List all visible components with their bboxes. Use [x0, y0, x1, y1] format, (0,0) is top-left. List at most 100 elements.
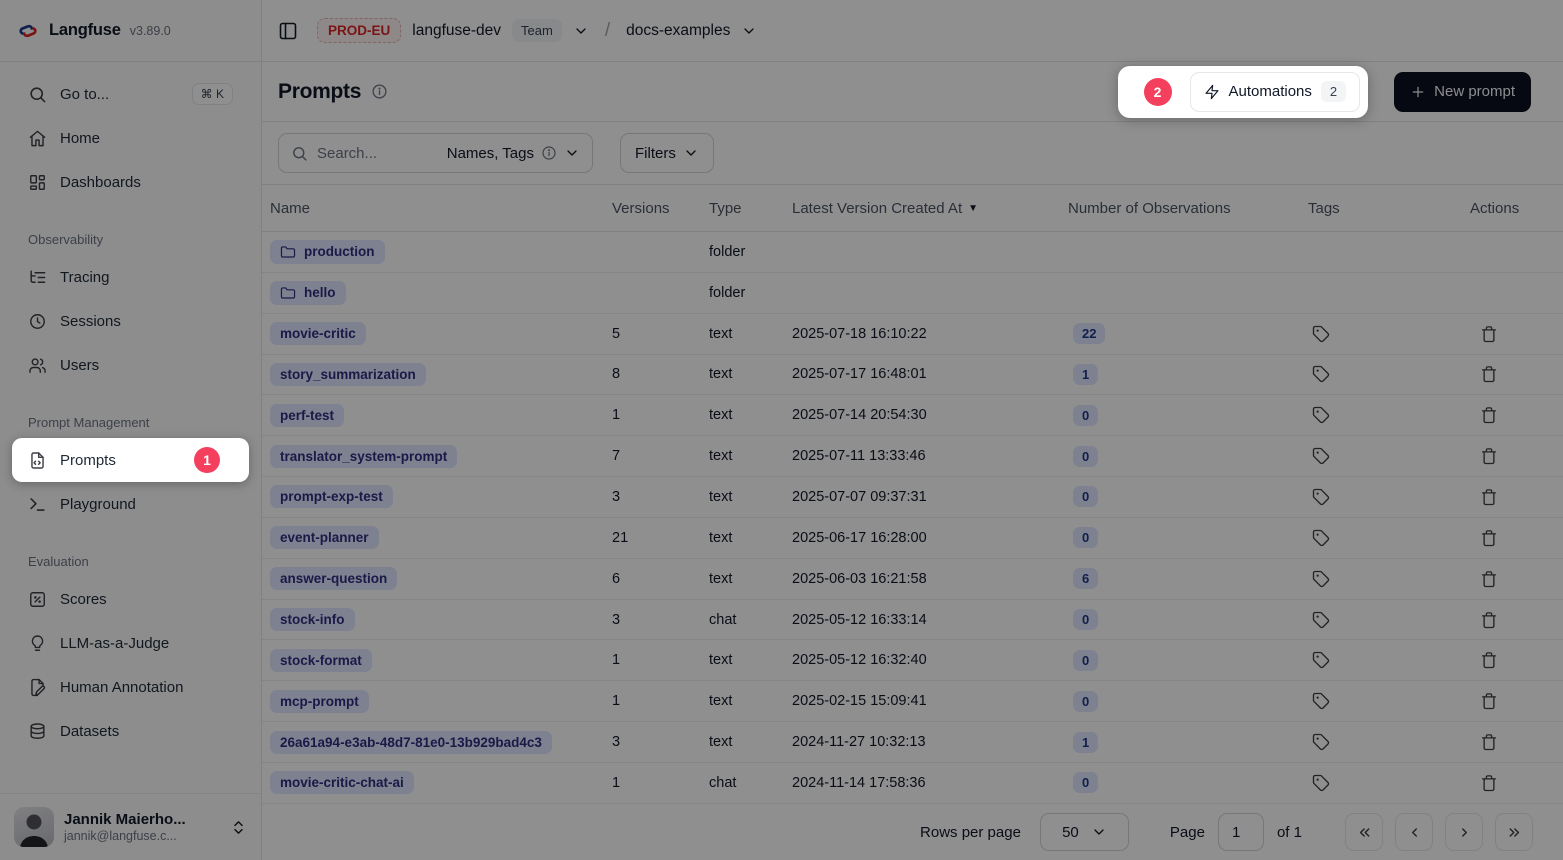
delete-button[interactable] [1478, 609, 1500, 631]
prompt-link[interactable]: movie-critic [270, 322, 366, 345]
sidebar-item-label: Home [60, 130, 100, 147]
search-icon [291, 145, 308, 162]
project-chevron-down-icon[interactable] [741, 23, 757, 39]
column-header-versions[interactable]: Versions [612, 200, 709, 217]
table-row[interactable]: translator_system-prompt7text2025-07-11 … [262, 436, 1563, 477]
tag-button[interactable] [1310, 609, 1332, 631]
delete-button[interactable] [1478, 731, 1500, 753]
table-row[interactable]: story_summarization8text2025-07-17 16:48… [262, 355, 1563, 396]
sidebar-item-tracing[interactable]: Tracing [12, 257, 249, 297]
delete-button[interactable] [1478, 404, 1500, 426]
table-row[interactable]: movie-critic5text2025-07-18 16:10:2222 [262, 314, 1563, 355]
delete-button[interactable] [1478, 690, 1500, 712]
prompt-link[interactable]: mcp-prompt [270, 690, 369, 713]
delete-button[interactable] [1478, 486, 1500, 508]
table-row[interactable]: event-planner21text2025-06-17 16:28:000 [262, 518, 1563, 559]
folder-link[interactable]: production [270, 240, 385, 264]
page-number-input[interactable] [1218, 813, 1264, 851]
search-scope-select[interactable]: Names, Tags [447, 145, 580, 162]
type-value: text [709, 366, 732, 382]
sidebar-item-datasets[interactable]: Datasets [12, 711, 249, 751]
prompt-link[interactable]: answer-question [270, 567, 397, 590]
delete-button[interactable] [1478, 772, 1500, 794]
sidebar-item-human-annotation[interactable]: Human Annotation [12, 667, 249, 707]
tag-button[interactable] [1310, 731, 1332, 753]
search-box[interactable]: Names, Tags [278, 133, 593, 173]
sidebar-item-playground[interactable]: Playground [12, 484, 249, 524]
sidebar-item-sessions[interactable]: Sessions [12, 301, 249, 341]
table-row[interactable]: prompt-exp-test3text2025-07-07 09:37:310 [262, 477, 1563, 518]
tag-button[interactable] [1310, 772, 1332, 794]
tag-button[interactable] [1310, 445, 1332, 467]
table-row[interactable]: movie-critic-chat-ai1chat2024-11-14 17:5… [262, 763, 1563, 804]
last-page-button[interactable] [1495, 813, 1533, 851]
table-row[interactable]: answer-question6text2025-06-03 16:21:586 [262, 559, 1563, 600]
sidebar-item-prompts[interactable]: Prompts1 [12, 438, 249, 482]
prompt-link[interactable]: event-planner [270, 526, 379, 549]
delete-button[interactable] [1478, 527, 1500, 549]
prompt-link[interactable]: movie-critic-chat-ai [270, 771, 414, 794]
info-icon[interactable] [371, 83, 388, 100]
sidebar-nav: Go to...⌘ KHomeDashboardsObservabilityTr… [0, 62, 261, 793]
rows-per-page-select[interactable]: 50 [1040, 813, 1129, 851]
automations-button[interactable]: Automations 2 [1190, 72, 1361, 112]
search-input[interactable] [317, 145, 438, 162]
folder-icon [280, 244, 296, 260]
project-name[interactable]: docs-examples [626, 22, 730, 40]
sidebar-item-llm-as-a-judge[interactable]: LLM-as-a-Judge [12, 623, 249, 663]
sidebar-item-goto[interactable]: Go to...⌘ K [12, 74, 249, 114]
table-row[interactable]: 26a61a94-e3ab-48d7-81e0-13b929bad4c33tex… [262, 722, 1563, 763]
prompt-link[interactable]: story_summarization [270, 363, 426, 386]
prompt-link[interactable]: perf-test [270, 404, 344, 427]
org-name[interactable]: langfuse-dev [412, 22, 501, 40]
first-page-button[interactable] [1345, 813, 1383, 851]
created-at-value: 2025-05-12 16:33:14 [792, 612, 927, 628]
tag-button[interactable] [1310, 527, 1332, 549]
prompt-link[interactable]: translator_system-prompt [270, 445, 457, 468]
folder-link[interactable]: hello [270, 281, 346, 305]
tag-button[interactable] [1310, 690, 1332, 712]
prompt-link[interactable]: 26a61a94-e3ab-48d7-81e0-13b929bad4c3 [270, 731, 552, 754]
tag-button[interactable] [1310, 649, 1332, 671]
sidebar-item-users[interactable]: Users [12, 345, 249, 385]
tag-icon [1312, 488, 1330, 506]
delete-button[interactable] [1478, 445, 1500, 467]
table-row[interactable]: perf-test1text2025-07-14 20:54:300 [262, 395, 1563, 436]
prev-page-button[interactable] [1395, 813, 1433, 851]
tag-button[interactable] [1310, 404, 1332, 426]
column-header-observations[interactable]: Number of Observations [1068, 200, 1308, 217]
delete-button[interactable] [1478, 363, 1500, 385]
delete-button[interactable] [1478, 649, 1500, 671]
delete-button[interactable] [1478, 568, 1500, 590]
column-header-tags[interactable]: Tags [1308, 200, 1470, 217]
prompt-link[interactable]: stock-format [270, 649, 372, 672]
prompt-link[interactable]: stock-info [270, 608, 355, 631]
table-row[interactable]: stock-info3chat2025-05-12 16:33:140 [262, 600, 1563, 641]
column-header-type[interactable]: Type [709, 200, 792, 217]
user-menu[interactable]: Jannik Maierho... jannik@langfuse.c... [0, 793, 261, 860]
org-chevron-down-icon[interactable] [573, 23, 589, 39]
column-header-name[interactable]: Name [270, 200, 612, 217]
sidebar-item-home[interactable]: Home [12, 118, 249, 158]
versions-value: 3 [612, 489, 620, 505]
type-value: text [709, 693, 732, 709]
tag-button[interactable] [1310, 363, 1332, 385]
table-row[interactable]: productionfolder [262, 232, 1563, 273]
filters-button[interactable]: Filters [620, 133, 714, 173]
prompt-name: stock-format [280, 653, 362, 668]
delete-button[interactable] [1478, 323, 1500, 345]
sidebar-item-label: Go to... [60, 86, 109, 103]
tag-button[interactable] [1310, 486, 1332, 508]
new-prompt-button[interactable]: New prompt [1394, 72, 1531, 112]
tag-button[interactable] [1310, 568, 1332, 590]
table-row[interactable]: mcp-prompt1text2025-02-15 15:09:410 [262, 681, 1563, 722]
panel-left-toggle-icon[interactable] [278, 21, 298, 41]
tag-button[interactable] [1310, 323, 1332, 345]
table-row[interactable]: hellofolder [262, 273, 1563, 314]
sidebar-item-dashboards[interactable]: Dashboards [12, 162, 249, 202]
table-row[interactable]: stock-format1text2025-05-12 16:32:400 [262, 640, 1563, 681]
sidebar-item-scores[interactable]: Scores [12, 579, 249, 619]
column-header-created-at[interactable]: Latest Version Created At ▼ [792, 200, 1068, 217]
next-page-button[interactable] [1445, 813, 1483, 851]
prompt-link[interactable]: prompt-exp-test [270, 485, 393, 508]
